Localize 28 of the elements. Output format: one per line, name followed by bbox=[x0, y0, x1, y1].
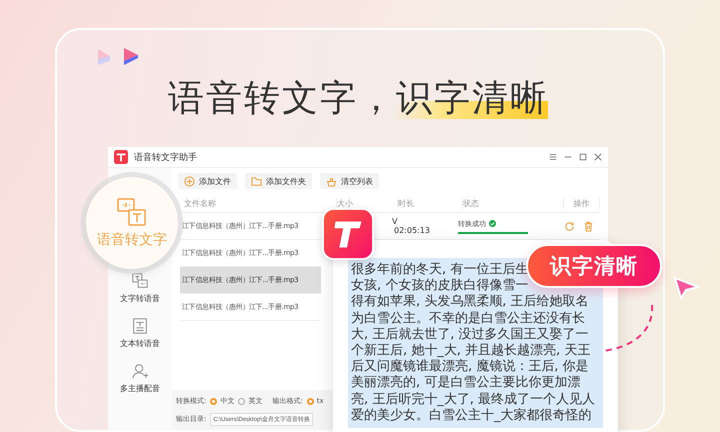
maximize-icon[interactable] bbox=[579, 153, 587, 161]
play-logo-icon bbox=[96, 47, 140, 65]
duration-mark: V bbox=[392, 218, 398, 226]
sidebar-item[interactable]: 文字转语音 bbox=[120, 272, 160, 317]
column-header: 时长 bbox=[398, 198, 463, 208]
app-logo-icon bbox=[114, 150, 128, 164]
feature-badge: 识字清晰 bbox=[526, 244, 662, 288]
folder-icon bbox=[251, 176, 262, 186]
document-icon bbox=[131, 317, 149, 335]
add-file-button[interactable]: 添加文件 bbox=[178, 173, 237, 189]
pointer-icon bbox=[672, 276, 700, 300]
check-icon bbox=[489, 220, 496, 227]
menu-icon[interactable] bbox=[549, 153, 557, 161]
window-title: 语音转文字助手 bbox=[134, 152, 197, 164]
sidebar-item[interactable]: 文本转语音 bbox=[120, 317, 160, 362]
add-person-icon bbox=[131, 362, 149, 380]
audio-to-text-icon bbox=[117, 197, 147, 227]
close-icon[interactable] bbox=[594, 153, 602, 161]
add-circle-icon bbox=[184, 176, 195, 186]
column-header: 状态 bbox=[463, 198, 564, 208]
column-header: 操作 bbox=[564, 198, 600, 208]
clear-list-button[interactable]: 清空列表 bbox=[320, 173, 379, 189]
headline: 语音转文字， bbox=[168, 78, 396, 119]
basket-icon bbox=[326, 176, 337, 186]
duration: 02:05:13 bbox=[394, 226, 431, 234]
text-to-audio-icon bbox=[131, 272, 149, 290]
sidebar-item[interactable]: 多主播配音 bbox=[120, 362, 160, 407]
add-folder-button[interactable]: 添加文件夹 bbox=[245, 173, 312, 189]
